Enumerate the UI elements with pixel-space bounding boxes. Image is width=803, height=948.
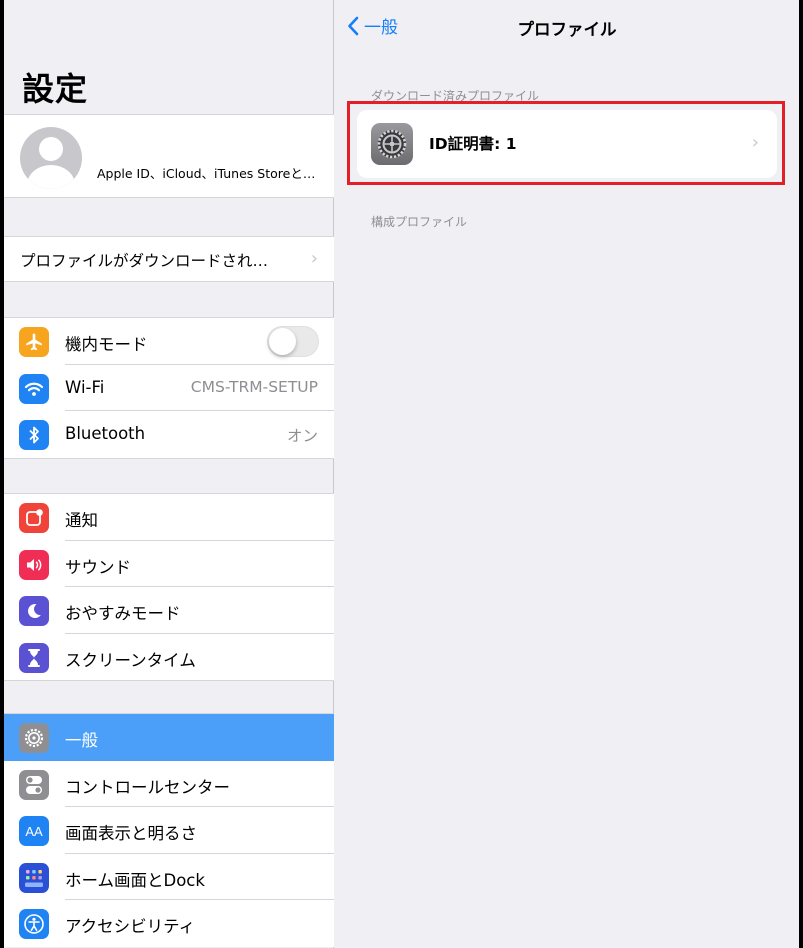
gear-icon — [19, 723, 49, 753]
profile-item-label: ID証明書: 1 — [429, 135, 517, 153]
hourglass-icon — [19, 642, 49, 673]
accessibility-icon — [19, 909, 49, 939]
sidebar-item-accessibility[interactable]: アクセシビリティ — [4, 900, 334, 947]
sidebar-item-sounds[interactable]: サウンド — [4, 541, 334, 587]
do-not-disturb-label: おやすみモード — [65, 604, 181, 623]
apple-id-row[interactable]: Apple ID、iCloud、iTunes Storeと… — [4, 114, 334, 198]
airplane-mode-label: 機内モード — [65, 335, 148, 354]
notifications-label: 通知 — [65, 511, 98, 530]
sound-icon — [19, 549, 49, 580]
display-brightness-label: 画面表示と明るさ — [65, 824, 197, 843]
sidebar-item-bluetooth[interactable]: Bluetooth オン — [4, 411, 334, 458]
sidebar-item-airplane-mode[interactable]: 機内モード — [4, 318, 334, 365]
wifi-icon — [19, 373, 49, 404]
downloaded-profile-item[interactable]: ID証明書: 1 › — [357, 110, 777, 178]
home-grid-icon — [19, 862, 49, 893]
sidebar-item-display-brightness[interactable]: AA 画面表示と明るさ — [4, 807, 334, 854]
sidebar-item-screen-time[interactable]: スクリーンタイム — [4, 634, 334, 681]
accessibility-label: アクセシビリティ — [65, 917, 196, 936]
airplane-icon — [19, 327, 49, 357]
profile-downloaded-label: プロファイルがダウンロードされ… — [20, 252, 269, 270]
sounds-label: サウンド — [65, 557, 131, 577]
bluetooth-label: Bluetooth — [65, 424, 146, 443]
moon-icon — [19, 596, 49, 626]
bluetooth-icon — [19, 420, 49, 450]
sidebar-item-general[interactable]: 一般 — [4, 714, 334, 761]
control-center-label: コントロールセンター — [65, 777, 230, 797]
screen-time-label: スクリーンタイム — [65, 650, 196, 670]
general-label: 一般 — [65, 731, 98, 750]
notifications-group: 通知 サウンド おやすみモード スクリーンタイム — [4, 493, 334, 681]
wifi-label: Wi-Fi — [65, 377, 105, 397]
text-size-icon: AA — [19, 816, 49, 846]
settings-title: 設定 — [22, 70, 89, 108]
settings-sidebar: 設定 Apple ID、iCloud、iTunes Storeと… プロファイル… — [4, 0, 334, 948]
sidebar-item-control-center[interactable]: コントロールセンター — [4, 761, 334, 807]
sidebar-item-notifications[interactable]: 通知 — [4, 494, 334, 541]
chevron-right-icon: › — [310, 248, 318, 269]
sidebar-item-home-screen-dock[interactable]: ホーム画面とDock — [4, 854, 334, 900]
general-group: 一般 コントロールセンター AA 画面表示と明るさ ホーム画面とDock アクセ… — [4, 713, 334, 947]
notifications-icon — [19, 503, 49, 533]
profile-detail-pane: 一般 プロファイル ダウンロード済みプロファイル ID証明書: 1 › 構成プロ… — [335, 0, 799, 948]
chevron-right-icon: › — [751, 132, 759, 153]
sidebar-item-do-not-disturb[interactable]: おやすみモード — [4, 587, 334, 634]
sidebar-item-wifi[interactable]: Wi-Fi CMS-TRM-SETUP — [4, 365, 334, 411]
page-title: プロファイル — [517, 20, 617, 39]
airplane-mode-toggle[interactable] — [267, 326, 319, 357]
wifi-network-value: CMS-TRM-SETUP — [190, 377, 318, 396]
profile-downloaded-row[interactable]: プロファイルがダウンロードされ… › — [4, 236, 334, 282]
avatar — [20, 127, 82, 189]
home-screen-dock-label: ホーム画面とDock — [65, 870, 205, 890]
apple-id-label: Apple ID、iCloud、iTunes Storeと… — [97, 166, 316, 181]
network-group: 機内モード Wi-Fi CMS-TRM-SETUP Bluetooth オン — [4, 317, 334, 459]
bluetooth-status-value: オン — [286, 427, 318, 445]
settings-gear-icon — [371, 123, 413, 165]
ipad-screen: 設定 Apple ID、iCloud、iTunes Storeと… プロファイル… — [4, 0, 799, 948]
switches-icon — [19, 769, 49, 800]
configuration-profiles-header: 構成プロファイル — [371, 215, 468, 229]
